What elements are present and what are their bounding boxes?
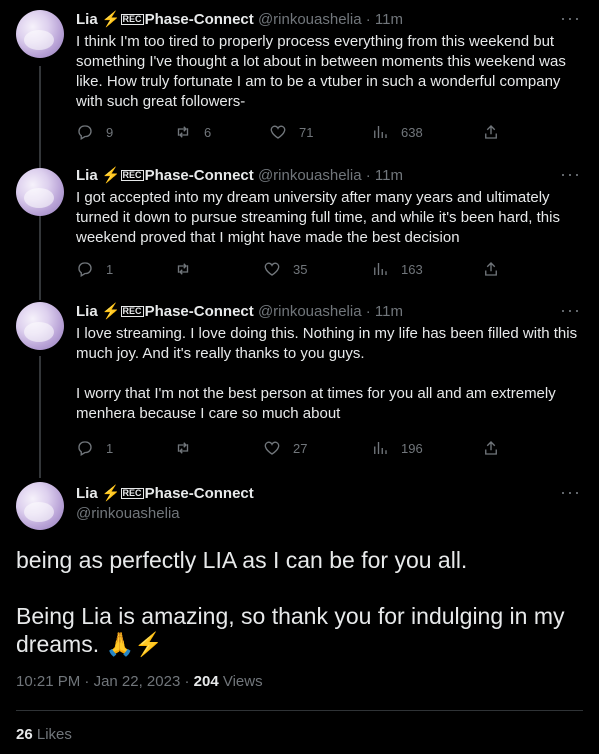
like-count: 71 — [299, 124, 314, 140]
handle[interactable]: @rinkouashelia — [76, 504, 180, 524]
dot-separator: · — [365, 11, 375, 28]
reply-icon — [78, 262, 92, 277]
more-icon[interactable]: ··· — [560, 164, 581, 185]
reply-count: 9 — [106, 124, 114, 140]
tweet-header: Lia ⚡ REC Phase-Connect @rinkouashelia · 1… — [76, 10, 403, 30]
tweet-text: I think I'm too tired to properly proces… — [76, 33, 570, 110]
display-name[interactable]: Lia ⚡ REC Phase-Connect — [76, 11, 254, 28]
bolt-emoji: ⚡ — [101, 11, 121, 28]
reply-count: 1 — [106, 440, 114, 456]
avatar[interactable] — [16, 302, 64, 350]
views-button[interactable]: 196 — [371, 439, 423, 457]
retweet-button[interactable] — [174, 260, 204, 278]
tweet-header: Lia ⚡ REC Phase-Connect — [76, 484, 254, 504]
timestamp[interactable]: 11m — [375, 303, 403, 320]
reply-button[interactable]: 1 — [76, 260, 113, 278]
handle[interactable]: @rinkouashelia — [258, 167, 362, 184]
dot-separator: · — [365, 167, 375, 184]
rec-badge: REC — [120, 170, 144, 181]
tweet-time[interactable]: 10:21 PM — [16, 673, 80, 690]
like-icon — [264, 262, 280, 276]
reply-button[interactable]: 9 — [76, 123, 113, 141]
tweet-text: I love streaming. I love doing this. Not… — [76, 325, 578, 422]
like-button[interactable]: 71 — [269, 123, 313, 141]
views-button[interactable]: 163 — [371, 260, 423, 278]
reply-icon — [78, 441, 92, 456]
share-button[interactable] — [482, 123, 512, 141]
view-count: 196 — [401, 440, 423, 456]
like-button[interactable]: 35 — [263, 260, 307, 278]
reply-count: 1 — [106, 261, 114, 277]
avatar[interactable] — [16, 482, 64, 530]
main-tweet-text: being as perfectly LIA as I can be for y… — [16, 547, 565, 657]
share-button[interactable] — [482, 439, 512, 457]
timestamp[interactable]: 11m — [375, 11, 403, 28]
retweet-icon — [177, 263, 189, 275]
bolt-emoji: ⚡ — [101, 485, 121, 502]
rec-badge: REC — [120, 488, 144, 499]
views-button[interactable]: 638 — [371, 123, 423, 141]
view-count: 638 — [401, 124, 423, 140]
tweet-reply-3[interactable]: Lia ⚡ REC Phase-Connect @rinkouashelia · 1… — [0, 296, 599, 476]
dot-separator: · — [184, 673, 194, 690]
display-name[interactable]: Lia ⚡ REC Phase-Connect — [76, 485, 254, 502]
bolt-emoji: ⚡ — [101, 167, 121, 184]
like-icon — [270, 125, 286, 139]
reply-button[interactable]: 1 — [76, 439, 113, 457]
retweet-icon — [177, 126, 189, 138]
handle[interactable]: @rinkouashelia — [258, 303, 362, 320]
more-icon[interactable]: ··· — [560, 482, 581, 503]
retweet-icon — [177, 442, 189, 454]
share-icon — [485, 262, 497, 276]
views-icon — [374, 126, 387, 138]
tweet-reply-1[interactable]: Lia ⚡ REC Phase-Connect @rinkouashelia · 1… — [0, 0, 599, 160]
views-icon — [374, 263, 387, 275]
likes-stat[interactable]: 26 Likes — [16, 726, 72, 743]
likes-count: 26 — [16, 726, 33, 743]
views-icon — [374, 442, 387, 454]
tweet-header: Lia ⚡ REC Phase-Connect @rinkouashelia · 1… — [76, 302, 403, 322]
views-label: Views — [222, 673, 263, 690]
rec-badge: REC — [120, 14, 144, 25]
action-bar: 9 6 71 638 — [76, 123, 516, 143]
retweet-button[interactable]: 6 — [174, 123, 211, 141]
display-name[interactable]: Lia ⚡ REC Phase-Connect — [76, 303, 254, 320]
view-count: 163 — [401, 261, 423, 277]
dot-separator: · — [84, 673, 94, 690]
views-count: 204 — [193, 673, 219, 690]
action-bar: 1 35 163 — [76, 260, 516, 280]
like-icon — [264, 441, 280, 455]
bolt-emoji: ⚡ — [101, 303, 121, 320]
like-count: 27 — [293, 440, 308, 456]
action-bar: 1 27 196 — [76, 439, 516, 459]
retweet-count: 6 — [204, 124, 212, 140]
like-count: 35 — [293, 261, 308, 277]
display-name[interactable]: Lia ⚡ REC Phase-Connect — [76, 167, 254, 184]
likes-label: Likes — [36, 726, 72, 743]
tweet-header: Lia ⚡ REC Phase-Connect @rinkouashelia · 1… — [76, 166, 403, 186]
rec-badge: REC — [120, 306, 144, 317]
share-button[interactable] — [482, 260, 512, 278]
share-icon — [485, 125, 497, 139]
tweet-date[interactable]: Jan 22, 2023 — [94, 673, 181, 690]
main-tweet: Lia ⚡ REC Phase-Connect @rinkouashelia ···… — [0, 476, 599, 754]
timestamp[interactable]: 11m — [375, 167, 403, 184]
tweet-meta: 10:21 PM · Jan 22, 2023 · 204 Views — [16, 673, 263, 690]
more-icon[interactable]: ··· — [560, 300, 581, 321]
divider — [16, 710, 583, 711]
tweet-reply-2[interactable]: Lia ⚡ REC Phase-Connect @rinkouashelia · 1… — [0, 160, 599, 296]
retweet-button[interactable] — [174, 439, 204, 457]
tweet-text: I got accepted into my dream university … — [76, 189, 565, 246]
reply-icon — [78, 125, 92, 140]
handle[interactable]: @rinkouashelia — [258, 11, 362, 28]
like-button[interactable]: 27 — [263, 439, 307, 457]
avatar[interactable] — [16, 168, 64, 216]
share-icon — [485, 441, 497, 455]
more-icon[interactable]: ··· — [560, 8, 581, 29]
dot-separator: · — [365, 303, 375, 320]
avatar[interactable] — [16, 10, 64, 58]
